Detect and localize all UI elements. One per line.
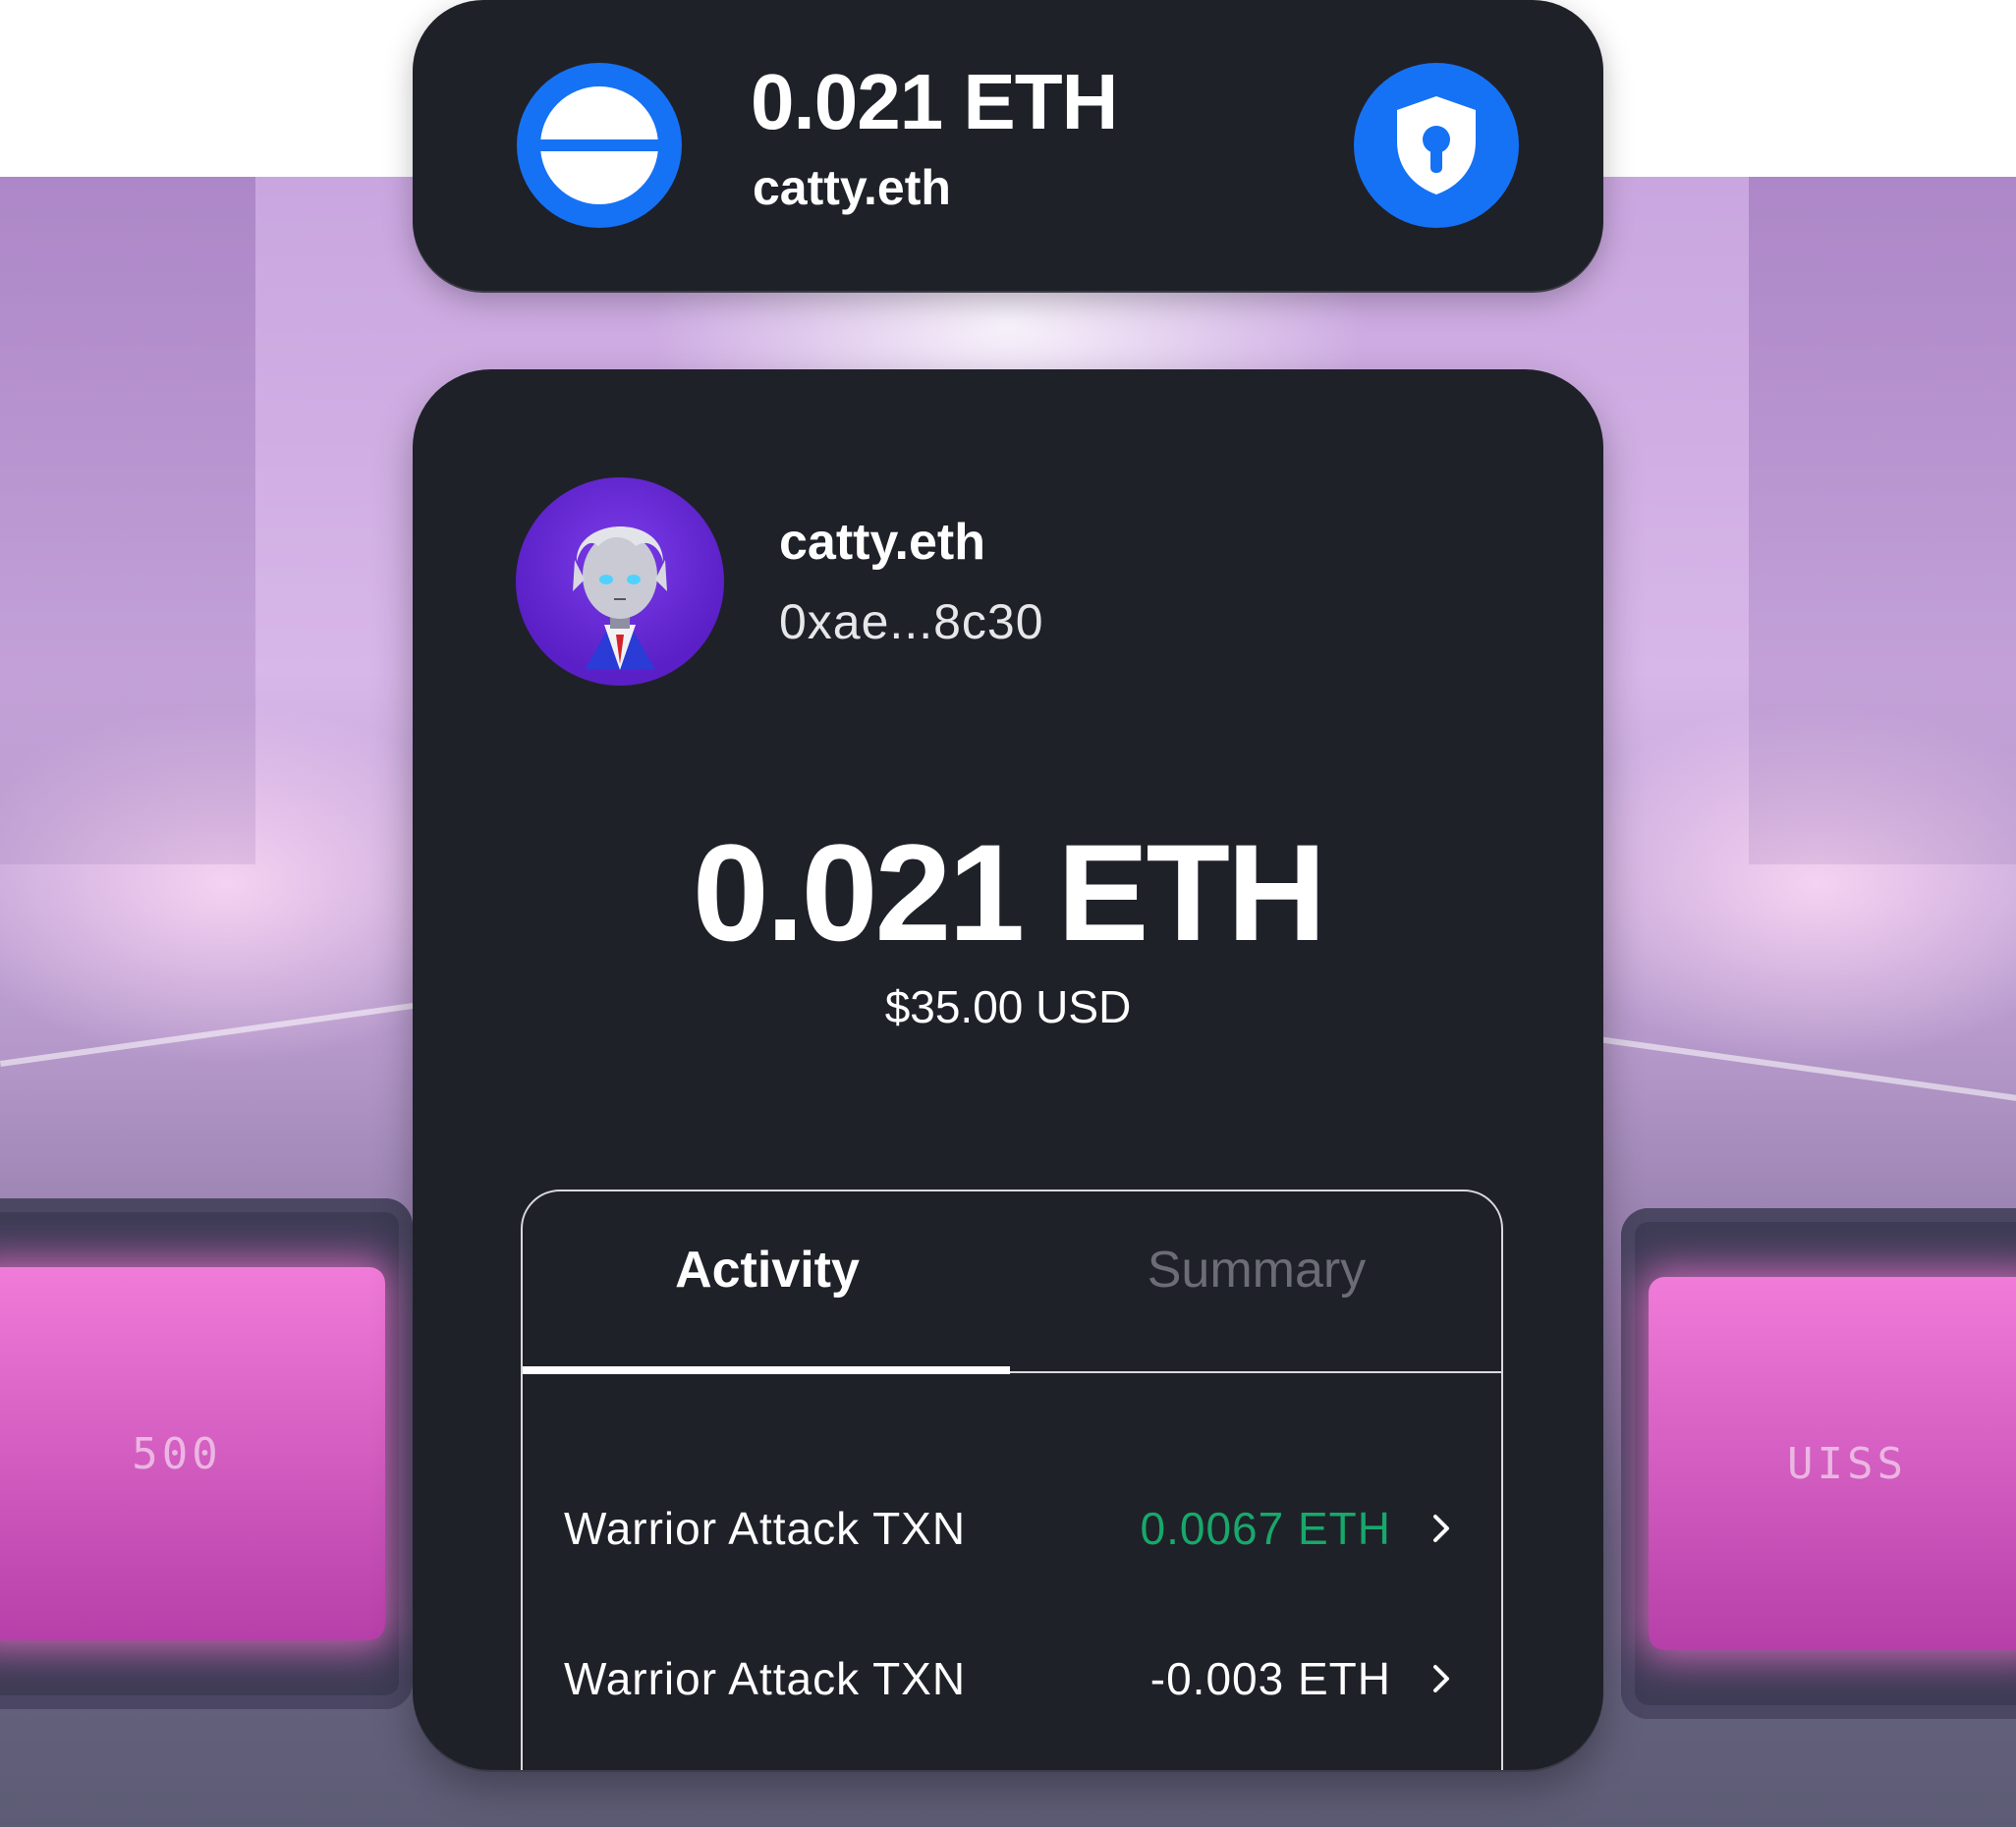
activity-panel: Activity Summary Warrior Attack TXN 0.00… [521,1190,1503,1770]
transaction-amount: 0.0067 ETH [1140,1503,1391,1554]
disconnect-button[interactable] [517,63,682,228]
background-screen-right: UISS [1649,1277,2016,1650]
balance-amount: 0.021 ETH [692,815,1326,969]
transaction-row[interactable]: Warrior Attack TXN -0.003 ETH [523,1629,1501,1727]
shield-keyhole-icon [1397,96,1476,194]
avatar [516,477,724,686]
balance-usd: $35.00 USD [884,981,1132,1032]
wallet-bar: 0.021 ETH catty.eth [413,0,1603,291]
transaction-label: Warrior Attack TXN [564,1653,967,1704]
background-structure-right [1749,177,2016,864]
background-structure-left [0,177,255,864]
chevron-right-icon [1433,1665,1449,1692]
tab-activity[interactable]: Activity [523,1241,1012,1300]
background-screen-left: 500 [0,1267,385,1640]
minus-circle-icon [540,86,658,204]
background-monitor-left: 500 [0,1198,413,1709]
wallet-bar-name: catty.eth [753,160,951,215]
transaction-amount: -0.003 ETH [1149,1653,1391,1704]
transaction-row[interactable]: Warrior Attack TXN 0.0067 ETH [523,1478,1501,1577]
profile-name: catty.eth [779,514,985,571]
active-tab-indicator [523,1366,1010,1374]
chevron-right-icon [1433,1515,1449,1542]
avatar-character-image [573,526,667,670]
wallet-address[interactable]: 0xae...8c30 [779,593,1044,650]
security-button[interactable] [1354,63,1519,228]
background-monitor-right: UISS [1621,1208,2016,1719]
tab-summary[interactable]: Summary [1012,1241,1501,1300]
wallet-card: catty.eth 0xae...8c30 0.021 ETH $35.00 U… [413,369,1603,1770]
transaction-label: Warrior Attack TXN [564,1503,967,1554]
wallet-bar-balance: 0.021 ETH [751,58,1118,145]
